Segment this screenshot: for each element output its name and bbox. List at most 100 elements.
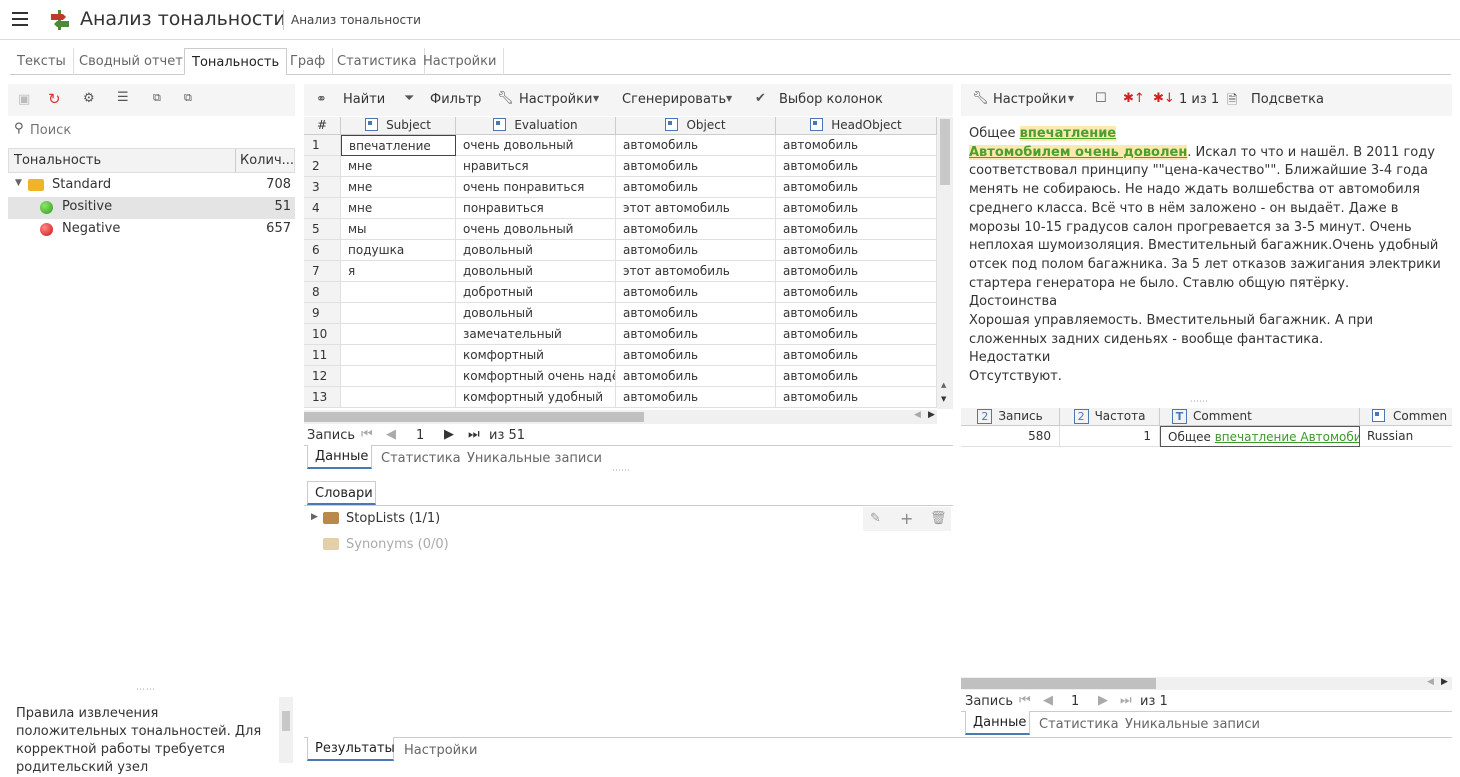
grid-header-subject[interactable]: Subject [341,117,456,135]
grid-cell[interactable]: я [341,261,456,282]
grid-cell[interactable] [341,282,456,303]
grid-header-evaluation[interactable]: Evaluation [456,117,616,135]
dropdown-arrow-icon[interactable]: ▼ [593,94,599,103]
generate-button[interactable]: Сгенерировать [622,92,726,107]
description-scrollbar[interactable] [279,697,293,763]
grid-cell[interactable]: автомобиль [776,387,937,408]
grid-cell[interactable]: автомобиль [616,303,776,324]
row-number[interactable]: 8 [304,282,341,303]
row-number[interactable]: 13 [304,387,341,408]
grid-cell[interactable] [341,345,456,366]
add-icon[interactable]: + [900,509,913,528]
gear-icon[interactable]: ⚙ [83,91,95,106]
square-icon[interactable]: ☐ [1095,91,1107,106]
grid-cell[interactable]: автомобиль [776,219,937,240]
grid-cell[interactable]: автомобиль [776,366,937,387]
grid-cell[interactable]: автомобиль [776,261,937,282]
search-input[interactable] [30,120,290,140]
grid-hscrollbar[interactable]: ◀ ▶ [304,410,937,424]
tab-unique[interactable]: Уникальные записи [467,447,602,471]
grid-header-num[interactable]: # [304,117,341,135]
grid-cell[interactable]: нравиться [456,156,616,177]
grid-cell[interactable]: автомобиль [616,324,776,345]
expand-arrow-icon[interactable]: ▶ [311,512,318,522]
grid-cell[interactable] [341,303,456,324]
row-number[interactable]: 2 [304,156,341,177]
row-number[interactable]: 5 [304,219,341,240]
dict-item-stoplists[interactable]: ▶ StopLists (1/1) ✎ + 🗑︎ [304,507,953,531]
grid-cell[interactable]: добротный [456,282,616,303]
tab-data[interactable]: Данные [307,445,372,469]
grid-cell[interactable]: автомобиль [616,366,776,387]
grid-cell[interactable] [341,324,456,345]
dict-item-synonyms[interactable]: Synonyms (0/0) [304,533,953,557]
grid-cell[interactable]: комфортный очень надёжный [456,366,616,387]
right-tab-stats[interactable]: Статистика [1039,713,1119,737]
grid-cell[interactable]: мы [341,219,456,240]
grid-cell[interactable]: автомобиль [616,282,776,303]
collapse-icon[interactable]: ⧉ [153,91,161,105]
grid-cell[interactable]: автомобиль [776,177,937,198]
tab-stats[interactable]: Статистика [381,447,461,471]
grid-cell[interactable]: мне [341,198,456,219]
last-page-icon[interactable]: ⏭ [1120,693,1132,708]
grid-cell[interactable]: комфортный удобный [456,387,616,408]
grid-vscrollbar[interactable]: ▲ ▼ [937,117,953,409]
grid-cell[interactable]: очень довольный [456,219,616,240]
row-number[interactable]: 12 [304,366,341,387]
grid-cell[interactable]: впечатление [341,135,456,156]
tree-node-standard[interactable]: ▼ Standard 708 [8,175,295,197]
grid-cell[interactable]: автомобиль [616,135,776,156]
table-hscrollbar[interactable]: ◀ ▶ [961,677,1452,690]
next-page-icon[interactable]: ▶ [1098,693,1108,708]
list-icon[interactable]: ☰ [117,90,129,105]
highlight-button[interactable]: Подсветка [1251,92,1324,107]
tab-graph[interactable]: Граф [283,48,334,75]
settings-button[interactable]: Настройки [519,92,592,107]
grid-cell[interactable]: автомобиль [776,240,937,261]
grid-cell[interactable]: очень понравиться [456,177,616,198]
grid-cell[interactable]: довольный [456,303,616,324]
grid-cell[interactable]: мне [341,177,456,198]
grid-cell[interactable]: довольный [456,240,616,261]
row-number[interactable]: 1 [304,135,341,156]
results-grid[interactable]: # Subject Evaluation Object HeadObject 1 впеча… [304,117,937,409]
right-tab-unique[interactable]: Уникальные записи [1125,713,1260,737]
grid-cell[interactable]: автомобиль [616,177,776,198]
right-tab-data[interactable]: Данные [965,711,1030,735]
grid-cell[interactable]: автомобиль [616,387,776,408]
filter-button[interactable]: Фильтр [430,92,481,107]
row-number[interactable]: 7 [304,261,341,282]
first-page-icon[interactable]: ⏮ [361,427,373,442]
comment-table[interactable]: 2 Запись 2 Частота T Comment Commen 580 1 О… [961,408,1452,448]
grid-cell[interactable]: мне [341,156,456,177]
expand-icon[interactable]: ⧉ [184,91,192,105]
row-number[interactable]: 3 [304,177,341,198]
highlight-evaluation[interactable]: впечатление [1019,126,1117,141]
hamburger-menu-icon[interactable] [12,12,28,28]
grid-cell[interactable]: автомобиль [776,303,937,324]
row-number[interactable]: 6 [304,240,341,261]
dropdown-arrow-icon[interactable]: ▼ [1068,94,1074,103]
splitter-handle[interactable]: ⋯⋯ [136,685,156,695]
splitter-handle[interactable]: ⋯⋯ [1190,397,1208,407]
row-number[interactable]: 10 [304,324,341,345]
tab-summary[interactable]: Сводный отчет [72,48,191,75]
grid-cell[interactable]: этот автомобиль [616,198,776,219]
grid-header-headobject[interactable]: HeadObject [776,117,937,135]
right-settings-button[interactable]: Настройки [993,92,1066,107]
page-number[interactable]: 1 [416,428,424,443]
grid-cell[interactable]: автомобиль [776,282,937,303]
grid-cell[interactable]: замечательный [456,324,616,345]
highlight-sentence[interactable]: Автомобилем очень доволен [969,144,1188,160]
next-page-icon[interactable]: ▶ [444,427,454,442]
grid-cell[interactable]: автомобиль [776,324,937,345]
grid-cell[interactable]: автомобиль [776,156,937,177]
tab-statistics[interactable]: Статистика [330,48,425,75]
grid-cell[interactable]: автомобиль [616,345,776,366]
grid-cell[interactable]: довольный [456,261,616,282]
grid-cell[interactable]: понравиться [456,198,616,219]
last-page-icon[interactable]: ⏭ [468,427,480,442]
tab-bottom-settings[interactable]: Настройки [404,739,477,763]
tab-settings[interactable]: Настройки [416,48,505,75]
